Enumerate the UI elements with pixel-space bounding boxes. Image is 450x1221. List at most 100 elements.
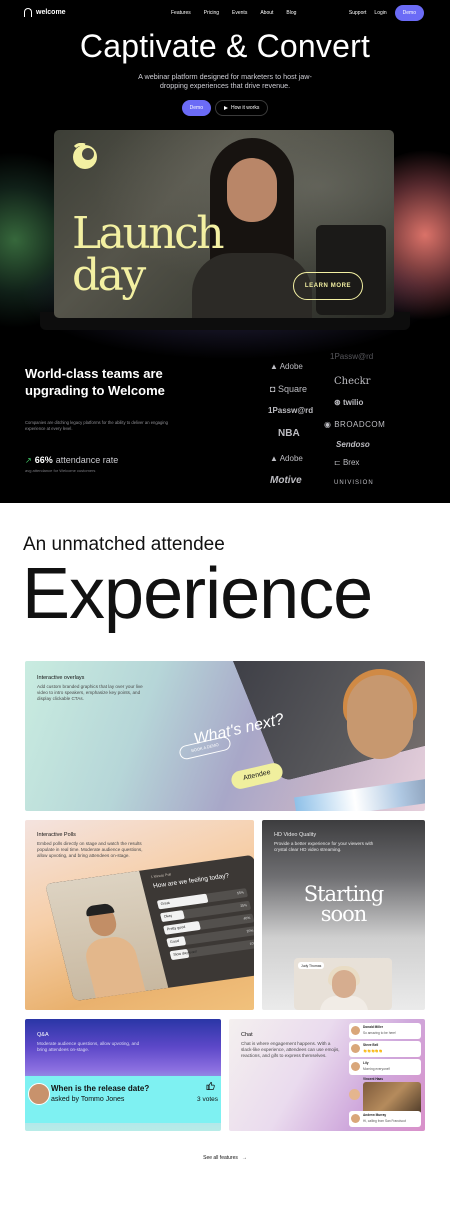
launch-day-line2: day: [72, 250, 146, 301]
nav-link-events[interactable]: Events: [232, 10, 247, 16]
arrow-right-icon: →: [241, 1155, 247, 1161]
hero-video[interactable]: Launch day LEARN MORE: [54, 130, 394, 318]
logo-brex-text: Brex: [342, 458, 360, 467]
hero-buttons: Demo How it works: [0, 100, 450, 116]
chat-message: Steve Bell 👏👏👏👏👏: [349, 1041, 421, 1057]
support-link[interactable]: Support: [349, 10, 367, 16]
nav-actions: Support Login Demo: [349, 5, 424, 21]
hero-section: welcome Features Pricing Events About Bl…: [0, 0, 450, 503]
starting-line1: Starting: [303, 882, 385, 906]
logo-broadcom-text: BROADCOM: [334, 420, 386, 429]
logo-text: welcome: [36, 9, 66, 16]
login-link[interactable]: Login: [374, 10, 386, 16]
polls-title: Interactive Polls: [37, 832, 76, 838]
logo-adobe-2-text: Adobe: [279, 454, 303, 463]
launch-day-overlay: Launch day: [72, 208, 225, 301]
nav-link-pricing[interactable]: Pricing: [204, 10, 219, 16]
qa-question: When is the release date?: [51, 1084, 150, 1093]
feature-card-overlays[interactable]: Interactive overlays Add custom branded …: [25, 661, 425, 811]
hero-title: Captivate & Convert: [79, 28, 371, 64]
qa-question-card: When is the release date? asked by Tommo…: [25, 1076, 221, 1123]
chat-name: Andrew Murray: [363, 1113, 387, 1117]
logo-sendoso: Sendoso: [336, 440, 370, 449]
chat-name: Donald Miller: [363, 1025, 384, 1029]
logo-twilio: ⊛ twilio: [334, 398, 364, 407]
overlay-strip: [294, 776, 425, 811]
stat-note: avg attendance for Welcome customers: [25, 468, 96, 473]
avatar: [349, 1089, 360, 1100]
logo-icon: [24, 8, 32, 17]
attendance-stat: ↗ 66% attendance rate: [25, 455, 118, 465]
chat-message: Lily Morning everyone!!: [349, 1059, 421, 1075]
chat-text: Hi, calling from San Francisco!: [363, 1119, 407, 1123]
logo-univision: UNIVISION: [334, 480, 374, 486]
chat-title: Chat: [241, 1032, 253, 1038]
nav-link-blog[interactable]: Blog: [286, 10, 296, 16]
poll-presenter: [74, 902, 146, 1000]
poll-label: 1 Minute Poll: [150, 872, 172, 880]
logo-adobe-text: Adobe: [279, 362, 303, 371]
logo-checkr: Checkr: [334, 376, 371, 387]
overlays-desc: Add custom branded graphics that lay ove…: [37, 684, 143, 701]
stat-value: 66%: [34, 455, 53, 465]
teams-subtitle: Companies are ditching legacy platforms …: [25, 420, 168, 431]
chat-name: Lily: [363, 1061, 369, 1065]
poll-option-percent: 40%: [242, 915, 251, 921]
chat-name: Steve Bell: [363, 1043, 379, 1047]
logo-adobe: ▲ Adobe: [270, 362, 303, 371]
chat-text: 👏👏👏👏👏: [363, 1049, 383, 1053]
experience-title: Experience: [22, 554, 373, 634]
logo-square: ◘ Square: [270, 384, 307, 394]
see-all-features-link[interactable]: See all features →: [0, 1155, 450, 1161]
arrow-up-right-icon: ↗: [25, 456, 32, 465]
overlay-presenter: [347, 675, 413, 759]
poll-option-percent: 25%: [239, 903, 248, 908]
chat-gif: [363, 1082, 421, 1114]
logo-nba: NBA: [278, 428, 300, 439]
hd-title: HD Video Quality: [274, 832, 317, 838]
launch-logo-icon: [73, 143, 97, 169]
polls-desc: Embed polls directly on stage and watch …: [37, 841, 143, 858]
hd-desc: Provide a better experience for your vie…: [274, 841, 374, 852]
qa-desc: Moderate audience questions, allow upvot…: [37, 1041, 140, 1052]
poll-option-percent: 55%: [236, 890, 245, 896]
how-it-works-button[interactable]: How it works: [215, 100, 269, 116]
logo-1password: 1Passw@rd: [268, 406, 314, 415]
poll-video: [45, 870, 169, 1002]
learn-more-button[interactable]: LEARN MORE: [293, 272, 363, 300]
video-chair: [316, 225, 386, 315]
speaker-name-tag: Judy Thomas: [298, 962, 325, 969]
chat-desc: Chat is where engagement happens. With a…: [241, 1041, 340, 1058]
avatar: [28, 1083, 50, 1105]
starting-soon-text: Starting soon: [262, 882, 425, 925]
attendee-badge: Attendee: [229, 761, 285, 791]
nav-demo-button[interactable]: Demo: [394, 5, 424, 21]
poll-panel: 1 Minute Poll How are we feeling today? …: [150, 861, 254, 980]
nav-link-features[interactable]: Features: [171, 10, 191, 16]
poll-option-percent: 20%: [246, 928, 254, 934]
overlays-title: Interactive overlays: [37, 675, 85, 681]
feature-card-polls[interactable]: Interactive Polls Embed polls directly o…: [25, 820, 254, 1010]
nav-links: Features Pricing Events About Blog: [171, 10, 296, 16]
feature-card-chat[interactable]: Chat Chat is where engagement happens. W…: [229, 1019, 425, 1131]
chat-message: Andrew Murray Hi, calling from San Franc…: [349, 1111, 421, 1127]
feature-card-hd-video[interactable]: HD Video Quality Provide a better experi…: [262, 820, 425, 1010]
poll-screen: 1 Minute Poll How are we feeling today? …: [45, 854, 254, 1002]
logo-adobe-2: ▲ Adobe: [270, 454, 303, 463]
logo-brex: ⊏ Brex: [334, 458, 360, 467]
logo[interactable]: welcome: [24, 8, 66, 17]
hero-demo-button[interactable]: Demo: [181, 100, 211, 116]
nav-link-about[interactable]: About: [260, 10, 273, 16]
launch-day-line1: Launch: [72, 208, 225, 259]
logo-twilio-text: twilio: [342, 398, 364, 407]
stat-label: attendance rate: [55, 455, 119, 465]
qa-title: Q&A: [37, 1032, 49, 1038]
poll-option-percent: 10%: [249, 941, 254, 947]
logo-broadcom: ◉ BROADCOM: [324, 420, 386, 429]
thumbs-up-icon[interactable]: [206, 1081, 215, 1091]
teams-title: World-class teams are upgrading to Welco…: [25, 366, 165, 398]
hero-subtitle: A webinar platform designed for marketer…: [138, 72, 312, 90]
top-nav: welcome Features Pricing Events About Bl…: [0, 0, 450, 26]
feature-card-qa[interactable]: Q&A Moderate audience questions, allow u…: [25, 1019, 221, 1131]
see-all-label: See all features: [203, 1155, 238, 1161]
